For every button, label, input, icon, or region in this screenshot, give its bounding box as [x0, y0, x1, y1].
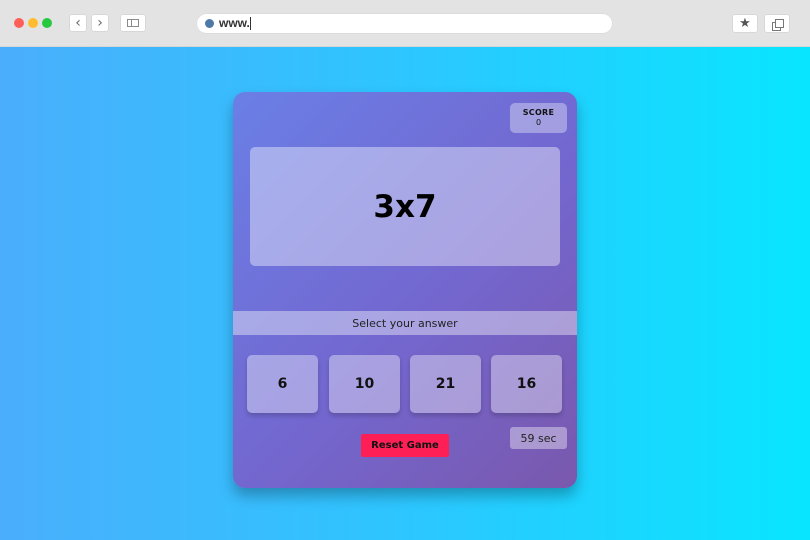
browser-toolbar: ‹ › www. ★ [0, 0, 810, 47]
sidebar-toggle-button[interactable] [120, 14, 146, 32]
sidebar-icon [127, 19, 139, 27]
answer-choice[interactable]: 21 [410, 355, 481, 413]
answer-choice[interactable]: 10 [329, 355, 400, 413]
maximize-window-dot[interactable] [42, 18, 52, 28]
close-window-dot[interactable] [14, 18, 24, 28]
address-bar[interactable]: www. [196, 13, 613, 34]
minimize-window-dot[interactable] [28, 18, 38, 28]
bookmark-button[interactable]: ★ [732, 14, 758, 33]
score-label: SCORE [522, 108, 555, 117]
answer-choice[interactable]: 16 [491, 355, 562, 413]
tabs-icon [772, 18, 784, 31]
chevron-right-icon: › [97, 15, 103, 31]
score-box: SCORE 0 [510, 103, 567, 133]
instruction-text: Select your answer [233, 311, 577, 335]
text-caret [250, 17, 251, 30]
tabs-button[interactable] [764, 14, 790, 33]
timer-display: 59 sec [510, 427, 567, 449]
back-button[interactable]: ‹ [69, 14, 87, 32]
reset-game-button[interactable]: Reset Game [361, 434, 449, 457]
question-display: 3x7 [250, 147, 560, 266]
star-icon: ★ [739, 16, 751, 31]
chevron-left-icon: ‹ [75, 15, 81, 31]
url-text: www. [219, 16, 250, 30]
site-icon [205, 19, 214, 28]
page-background: SCORE 0 3x7 Select your answer 6 10 21 1… [0, 47, 810, 540]
score-value: 0 [535, 118, 542, 127]
game-card: SCORE 0 3x7 Select your answer 6 10 21 1… [233, 92, 577, 488]
answer-choice[interactable]: 6 [247, 355, 318, 413]
forward-button[interactable]: › [91, 14, 109, 32]
